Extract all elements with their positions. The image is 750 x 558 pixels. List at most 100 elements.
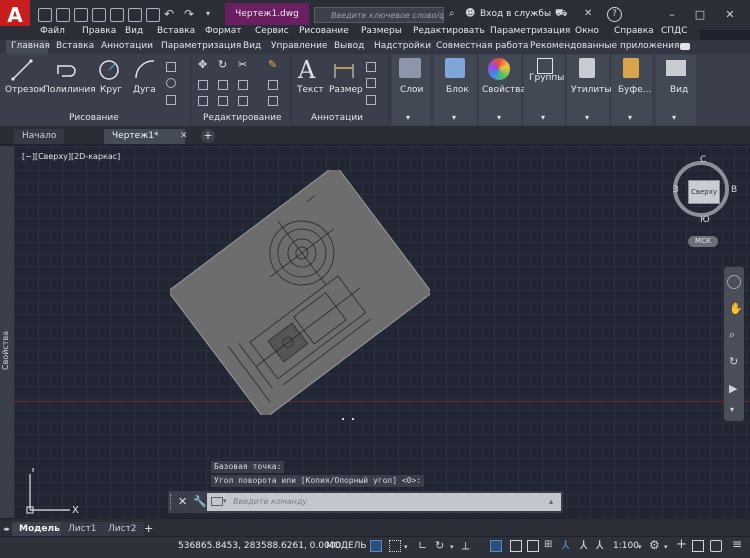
menu-help[interactable]: Справка xyxy=(614,26,654,36)
workspace-gear-icon[interactable]: ⚙ xyxy=(649,538,660,552)
transparency-icon[interactable] xyxy=(527,540,539,552)
ribbon-tab-annotate[interactable]: Аннотации xyxy=(101,41,153,51)
grip-point[interactable] xyxy=(342,418,344,420)
save-icon[interactable] xyxy=(74,8,88,22)
print-icon[interactable] xyxy=(146,8,160,22)
selection-cycling-icon[interactable]: ⊞ xyxy=(544,539,552,550)
compass-west[interactable]: З xyxy=(673,185,679,195)
signin-link[interactable]: Вход в службы xyxy=(480,9,551,19)
polar-dropdown-icon[interactable]: ▾ xyxy=(450,543,454,551)
circle-button-label[interactable]: Круг xyxy=(100,85,122,95)
dimension-button-label[interactable]: Размер xyxy=(329,85,363,95)
block-dropdown-icon[interactable]: ▾ xyxy=(452,113,456,122)
utilities-dropdown-icon[interactable]: ▾ xyxy=(585,113,589,122)
copy-icon[interactable] xyxy=(198,80,208,90)
ribbon-tab-parametric[interactable]: Параметризация xyxy=(161,41,241,51)
erase-icon[interactable]: ✎ xyxy=(268,58,277,71)
close-command-line-icon[interactable]: ✕ xyxy=(178,495,187,508)
ribbon-tab-home[interactable]: Главная xyxy=(11,41,50,51)
ribbon-tab-addins[interactable]: Надстройки xyxy=(374,41,431,51)
fillet-icon[interactable] xyxy=(238,80,248,90)
rotate-icon[interactable]: ↻ xyxy=(218,58,227,71)
exchange-icon[interactable]: ✕ xyxy=(584,8,592,19)
ucs-menu-button[interactable]: МСК xyxy=(688,236,718,247)
web-save-icon[interactable] xyxy=(128,8,142,22)
arc-button-label[interactable]: Дуга xyxy=(133,85,156,95)
command-history-toggle-icon[interactable]: ▴ xyxy=(549,497,553,506)
annotation-visibility-icon[interactable]: ⅄ xyxy=(562,538,569,552)
command-line-grip[interactable] xyxy=(170,494,174,510)
close-tab-icon[interactable]: ✕ xyxy=(180,131,188,141)
add-layout-icon[interactable]: + xyxy=(144,522,153,535)
workspace-dropdown-icon[interactable]: ▾ xyxy=(664,543,668,551)
annotation-scale-icon[interactable]: ⅄ xyxy=(596,538,603,552)
explode-icon[interactable] xyxy=(268,80,278,90)
modify-panel-label[interactable]: Редактирование xyxy=(203,113,282,123)
showmotion-icon[interactable]: ▶ xyxy=(729,382,737,395)
hatch-icon[interactable] xyxy=(166,95,176,105)
user-icon[interactable]: ☻ xyxy=(465,8,475,19)
menu-edit[interactable]: Правка xyxy=(82,26,116,36)
menu-window[interactable]: Окно xyxy=(575,26,599,36)
isolate-objects-icon[interactable] xyxy=(710,540,722,552)
polar-tracking-icon[interactable]: ↻ xyxy=(435,539,444,552)
grid-toggle-icon[interactable] xyxy=(370,540,382,552)
view-dropdown-icon[interactable]: ▾ xyxy=(672,113,676,122)
ribbon-tab-view[interactable]: Вид xyxy=(243,41,261,51)
layers-dropdown-icon[interactable]: ▾ xyxy=(406,113,410,122)
orbit-icon[interactable]: ↻ xyxy=(729,355,738,368)
command-input[interactable]: Введите команду xyxy=(207,493,561,511)
object-snap-icon[interactable] xyxy=(490,540,502,552)
tab-start[interactable]: Начало xyxy=(14,129,65,144)
viewport-controls-label[interactable]: [−][Сверху][2D-каркас] xyxy=(22,152,120,161)
ribbon-tab-collaborate[interactable]: Совместная работа xyxy=(436,41,528,51)
compass-east[interactable]: В xyxy=(731,185,737,195)
units-icon[interactable] xyxy=(692,540,704,552)
draw-panel-label[interactable]: Рисование xyxy=(69,113,119,123)
rectangle-icon[interactable] xyxy=(166,62,176,72)
pan-icon[interactable]: ✋ xyxy=(729,302,743,315)
tab-drawing1[interactable]: Чертеж1* xyxy=(104,129,185,144)
recent-commands-dropdown-icon[interactable]: ▾ xyxy=(223,497,227,505)
trim-icon[interactable]: ✂ xyxy=(238,58,247,71)
open-file-icon[interactable] xyxy=(56,8,70,22)
search-icon[interactable]: ⌕ xyxy=(449,8,455,19)
new-file-icon[interactable] xyxy=(38,8,52,22)
leader-icon[interactable] xyxy=(366,62,376,72)
scale-dropdown-icon[interactable]: ▾ xyxy=(638,543,642,551)
layout-scroll-icon[interactable]: ◂▸ xyxy=(3,525,10,533)
properties-dropdown-icon[interactable]: ▾ xyxy=(497,113,501,122)
compass-south[interactable]: Ю xyxy=(700,215,710,225)
array-icon[interactable] xyxy=(238,96,248,106)
ribbon-tab-output[interactable]: Вывод xyxy=(334,41,364,51)
minimize-icon[interactable]: – xyxy=(662,6,682,24)
scale-icon[interactable] xyxy=(218,96,228,106)
customize-quick-access-icon[interactable]: ▾ xyxy=(206,9,210,18)
rotated-drawing-image[interactable] xyxy=(170,170,430,415)
annotation-panel-label[interactable]: Аннотации xyxy=(311,113,363,123)
viewcube-top-face[interactable]: Сверху xyxy=(688,180,720,204)
menu-spds[interactable]: СПДС xyxy=(661,26,687,36)
annotation-scale-value[interactable]: 1:100 xyxy=(613,541,639,551)
groups-dropdown-icon[interactable]: ▾ xyxy=(541,113,545,122)
tab-layout2[interactable]: Лист2 xyxy=(101,522,144,536)
undo-icon[interactable]: ↶ xyxy=(164,7,174,21)
ribbon-minimize-icon[interactable] xyxy=(680,43,690,50)
polyline-icon[interactable] xyxy=(56,58,80,82)
cursor-coordinates[interactable]: 536865.8453, 283588.6261, 0.0000 xyxy=(178,541,341,551)
clipboard-dropdown-icon[interactable]: ▾ xyxy=(628,113,632,122)
stretch-icon[interactable] xyxy=(198,96,208,106)
customization-menu-icon[interactable]: ≡ xyxy=(732,537,742,551)
snap-toggle-icon[interactable] xyxy=(389,540,401,552)
save-as-icon[interactable] xyxy=(92,8,106,22)
arc-icon[interactable] xyxy=(133,58,157,82)
tab-layout1[interactable]: Лист1 xyxy=(61,522,104,536)
cart-icon[interactable]: ⛟ xyxy=(555,8,568,21)
move-icon[interactable]: ✥ xyxy=(198,58,207,71)
ortho-icon[interactable]: ∟ xyxy=(418,539,427,552)
annotation-monitor-icon[interactable]: + xyxy=(676,537,687,552)
menu-modify[interactable]: Редактировать xyxy=(413,26,485,36)
annotation-scale-icon[interactable] xyxy=(366,78,376,88)
offset-icon[interactable] xyxy=(268,96,278,106)
maximize-icon[interactable]: □ xyxy=(690,6,710,24)
